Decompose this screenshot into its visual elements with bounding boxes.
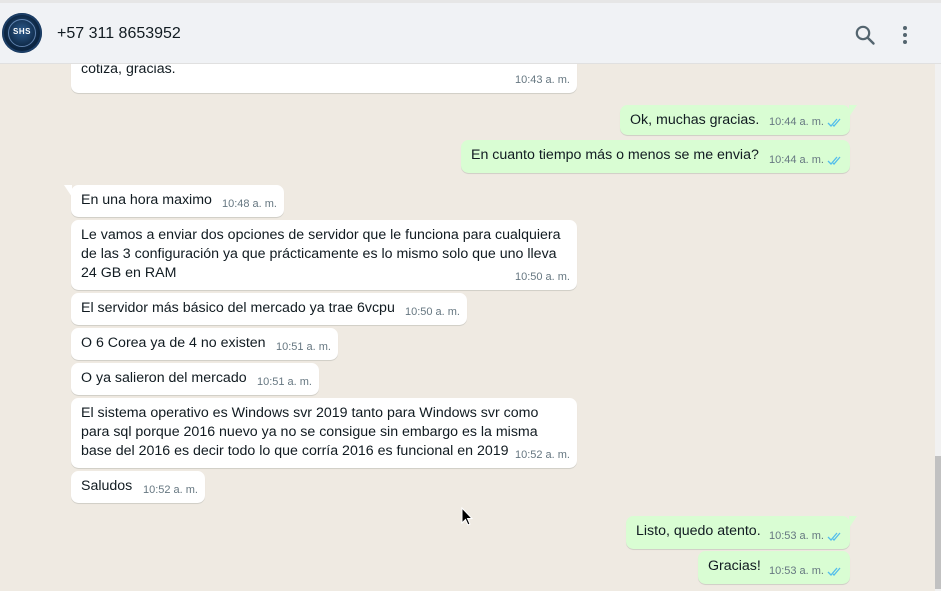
message-outgoing[interactable]: Gracias! 10:53 a. m. xyxy=(698,551,850,584)
read-ticks-icon xyxy=(827,567,841,576)
avatar-logo-text: SHS xyxy=(13,27,31,36)
message-incoming[interactable]: En una hora maximo 10:48 a. m. xyxy=(64,185,284,217)
chat-header: SHS +57 311 8653952 xyxy=(0,0,941,64)
message-text: Listo, quedo atento. xyxy=(636,523,761,539)
message-meta: 10:52 a. m. xyxy=(515,446,570,465)
message-meta: 10:44 a. m. xyxy=(769,113,843,132)
message-time: 10:44 a. m. xyxy=(768,154,824,166)
message-meta: 10:48 a. m. xyxy=(222,195,277,214)
scrollbar-thumb[interactable] xyxy=(935,456,941,589)
message-text: cotiza, gracias. xyxy=(81,64,176,77)
message-incoming[interactable]: Le vamos a enviar dos opciones de servid… xyxy=(71,220,577,290)
message-meta: 10:50 a. m. xyxy=(515,268,570,287)
message-meta: 10:43 a. m. xyxy=(515,71,570,90)
read-ticks-icon xyxy=(827,118,841,127)
message-meta: 10:50 a. m. xyxy=(405,303,460,322)
read-ticks-icon xyxy=(827,532,841,541)
message-incoming[interactable]: El sistema operativo es Windows svr 2019… xyxy=(71,398,577,468)
message-time: 10:48 a. m. xyxy=(221,198,277,210)
message-text: En una hora maximo xyxy=(81,192,212,208)
message-text: O ya salieron del mercado xyxy=(81,370,247,386)
message-time: 10:51 a. m. xyxy=(275,341,331,353)
message-text: Gracias! xyxy=(708,558,761,574)
mouse-pointer-icon xyxy=(461,507,473,526)
message-time: 10:52 a. m. xyxy=(514,449,570,461)
read-ticks-icon xyxy=(827,156,841,165)
message-incoming[interactable]: O 6 Corea ya de 4 no existen 10:51 a. m. xyxy=(71,328,338,360)
message-time: 10:43 a. m. xyxy=(514,74,570,86)
contact-name[interactable]: +57 311 8653952 xyxy=(57,25,181,43)
message-text: El servidor más básico del mercado ya tr… xyxy=(81,300,395,316)
message-text: Ok, muchas gracias. xyxy=(630,112,760,128)
message-text: En cuanto tiempo más o menos se me envia… xyxy=(471,147,759,163)
message-incoming[interactable]: Saludos 10:52 a. m. xyxy=(71,471,205,503)
message-meta: 10:51 a. m. xyxy=(257,373,312,392)
message-outgoing[interactable]: Ok, muchas gracias. 10:44 a. m. xyxy=(620,105,857,135)
message-incoming[interactable]: cotiza, gracias. 10:43 a. m. xyxy=(71,64,577,93)
message-text: Le vamos a enviar dos opciones de servid… xyxy=(81,227,561,281)
message-meta: 10:53 a. m. xyxy=(769,527,843,546)
message-incoming[interactable]: El servidor más básico del mercado ya tr… xyxy=(71,293,467,325)
message-meta: 10:51 a. m. xyxy=(276,338,331,357)
message-time: 10:50 a. m. xyxy=(404,306,460,318)
message-meta: 10:53 a. m. xyxy=(769,562,843,581)
message-time: 10:53 a. m. xyxy=(768,530,824,542)
message-meta: 10:44 a. m. xyxy=(769,151,843,170)
message-incoming[interactable]: O ya salieron del mercado 10:51 a. m. xyxy=(71,363,319,395)
message-meta: 10:52 a. m. xyxy=(143,481,198,500)
message-time: 10:51 a. m. xyxy=(256,376,312,388)
message-time: 10:44 a. m. xyxy=(768,116,824,128)
message-time: 10:53 a. m. xyxy=(768,565,824,577)
message-text: El sistema operativo es Windows svr 2019… xyxy=(81,405,539,459)
message-time: 10:52 a. m. xyxy=(142,484,198,496)
contact-avatar[interactable]: SHS xyxy=(2,13,42,53)
search-icon[interactable] xyxy=(853,23,877,47)
message-text: O 6 Corea ya de 4 no existen xyxy=(81,335,266,351)
message-outgoing[interactable]: En cuanto tiempo más o menos se me envia… xyxy=(461,140,850,173)
message-text: Saludos xyxy=(81,478,133,494)
more-vertical-icon[interactable] xyxy=(893,23,917,47)
message-time: 10:50 a. m. xyxy=(514,271,570,283)
message-outgoing[interactable]: Listo, quedo atento. 10:53 a. m. xyxy=(626,516,857,549)
